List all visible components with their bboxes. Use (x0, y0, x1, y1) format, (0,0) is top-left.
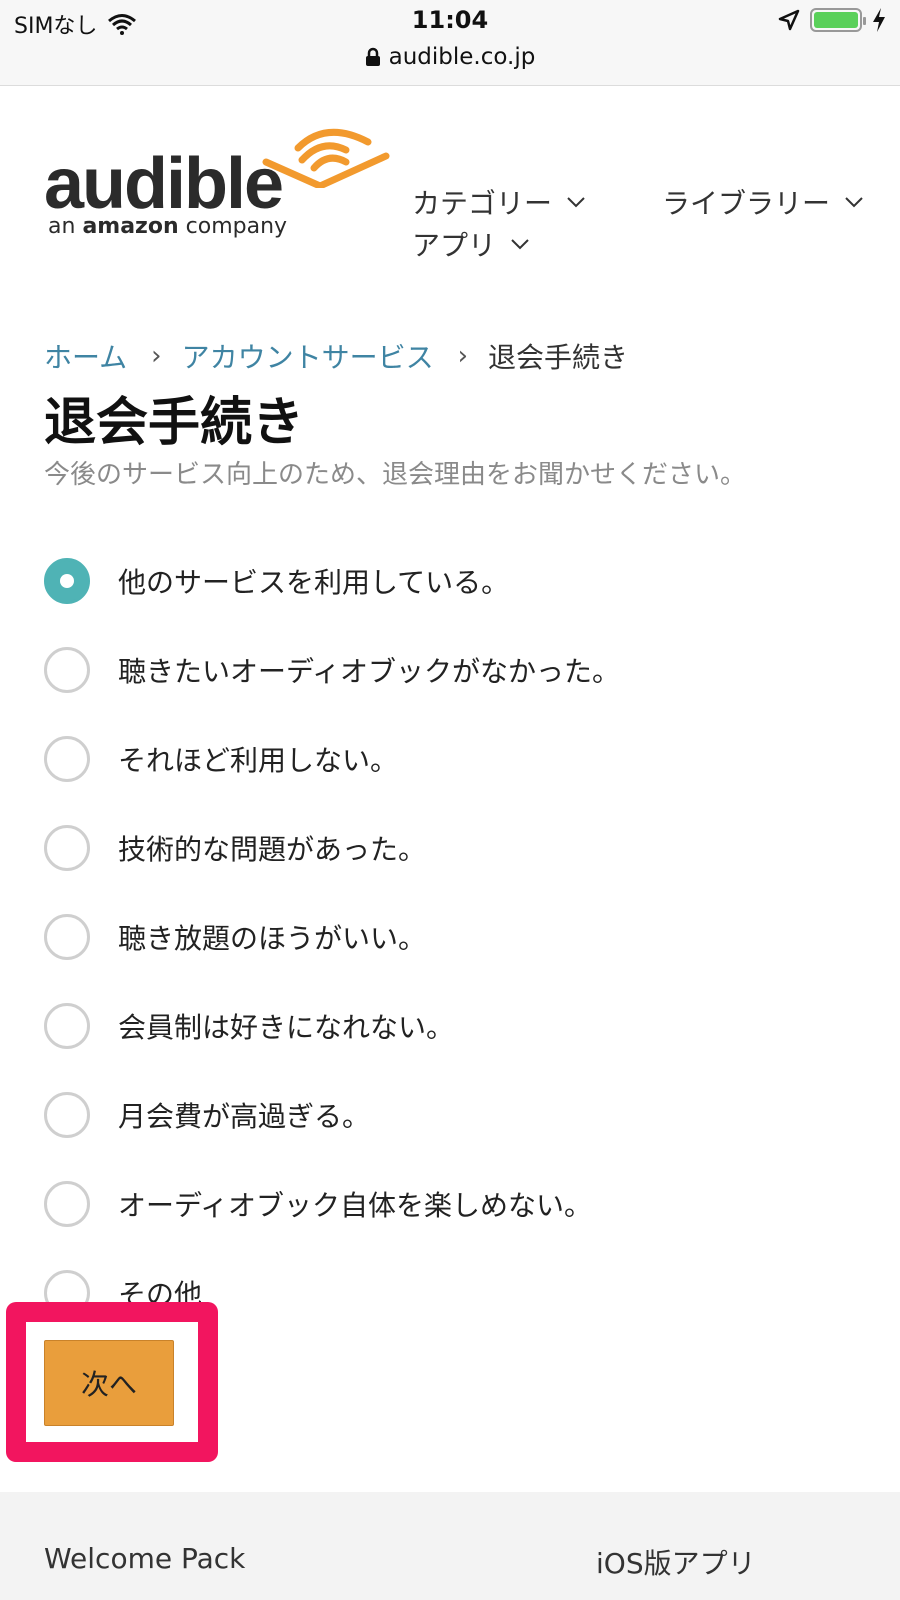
reason-label: 会員制は好きになれない。 (118, 1010, 455, 1044)
reason-option[interactable]: 月会費が高過ぎる。 (44, 1070, 864, 1159)
location-arrow-icon (778, 9, 800, 31)
reason-option[interactable]: 会員制は好きになれない。 (44, 981, 864, 1070)
radio-button[interactable] (44, 646, 90, 693)
reason-option[interactable]: それほど利用しない。 (44, 714, 864, 803)
battery-level (814, 12, 858, 28)
footer-welcome-pack-link[interactable]: Welcome Pack (44, 1542, 245, 1575)
reason-option[interactable]: 技術的な問題があった。 (44, 803, 864, 892)
status-bar: SIMなし 11:04 audible.co.jp (0, 0, 900, 86)
address-bar[interactable]: audible.co.jp (0, 44, 900, 70)
clock: 11:04 (411, 6, 489, 34)
reason-option[interactable]: オーディオブック自体を楽しめない。 (44, 1159, 864, 1248)
radio-button[interactable] (44, 1180, 90, 1227)
radio-button[interactable] (44, 824, 90, 871)
chevron-down-icon (511, 239, 529, 250)
radio-button[interactable] (44, 913, 90, 960)
audible-logo[interactable]: audible an amazon company (44, 126, 390, 246)
logo-wordmark: audible (44, 144, 284, 224)
battery-icon (810, 8, 866, 32)
reason-label: 他のサービスを利用している。 (118, 565, 510, 599)
nav-library[interactable]: ライブラリー (662, 182, 864, 222)
breadcrumb-account-link[interactable]: アカウントサービス (182, 336, 434, 376)
radio-button[interactable] (44, 735, 90, 782)
reason-label: オーディオブック自体を楽しめない。 (118, 1188, 593, 1222)
reason-label: 技術的な問題があった。 (118, 832, 427, 866)
reason-option[interactable]: 他のサービスを利用している。 (44, 536, 864, 625)
reason-option[interactable]: 聴き放題のほうがいい。 (44, 892, 864, 981)
logo-tagline-brand: amazon (82, 214, 179, 239)
logo-tagline: an amazon company (48, 214, 287, 239)
chevron-down-icon (567, 197, 585, 208)
reason-label: 聴きたいオーディオブックがなかった。 (118, 654, 621, 688)
charging-bolt-icon (873, 8, 885, 32)
breadcrumb-current: 退会手続き (488, 341, 629, 374)
lock-icon (365, 47, 380, 66)
chevron-right-icon: › (457, 341, 468, 371)
next-button[interactable]: 次へ (44, 1340, 174, 1426)
footer-ios-app-link[interactable]: iOS版アプリ (596, 1542, 756, 1582)
breadcrumb: ホーム › アカウントサービス › 退会手続き (44, 336, 628, 376)
nav-category-label: カテゴリー (412, 187, 553, 220)
reason-label: それほど利用しない。 (118, 743, 399, 777)
nav-library-label: ライブラリー (662, 187, 831, 220)
chevron-right-icon: › (151, 341, 162, 371)
nav-apps-label: アプリ (412, 229, 497, 262)
radio-button[interactable] (44, 557, 90, 604)
radio-button[interactable] (44, 1091, 90, 1138)
status-right (778, 8, 886, 32)
page-title: 退会手続き (44, 393, 305, 453)
nav-apps[interactable]: アプリ (412, 224, 530, 264)
chevron-down-icon (845, 197, 863, 208)
reason-label: 月会費が高過ぎる。 (118, 1099, 371, 1133)
page-description: 今後のサービス向上のため、退会理由をお聞かせください。 (44, 460, 747, 490)
cancel-reason-options: 他のサービスを利用している。 聴きたいオーディオブックがなかった。 それほど利用… (44, 536, 864, 1337)
footer: Welcome Pack iOS版アプリ (0, 1492, 900, 1600)
reason-label: 聴き放題のほうがいい。 (118, 921, 427, 955)
radio-button[interactable] (44, 1002, 90, 1049)
nav-category[interactable]: カテゴリー (412, 182, 586, 222)
reason-option[interactable]: 聴きたいオーディオブックがなかった。 (44, 625, 864, 714)
logo-tagline-suffix: company (185, 214, 288, 239)
logo-tagline-prefix: an (48, 214, 76, 239)
url-text: audible.co.jp (388, 44, 536, 70)
breadcrumb-home-link[interactable]: ホーム (44, 336, 127, 376)
